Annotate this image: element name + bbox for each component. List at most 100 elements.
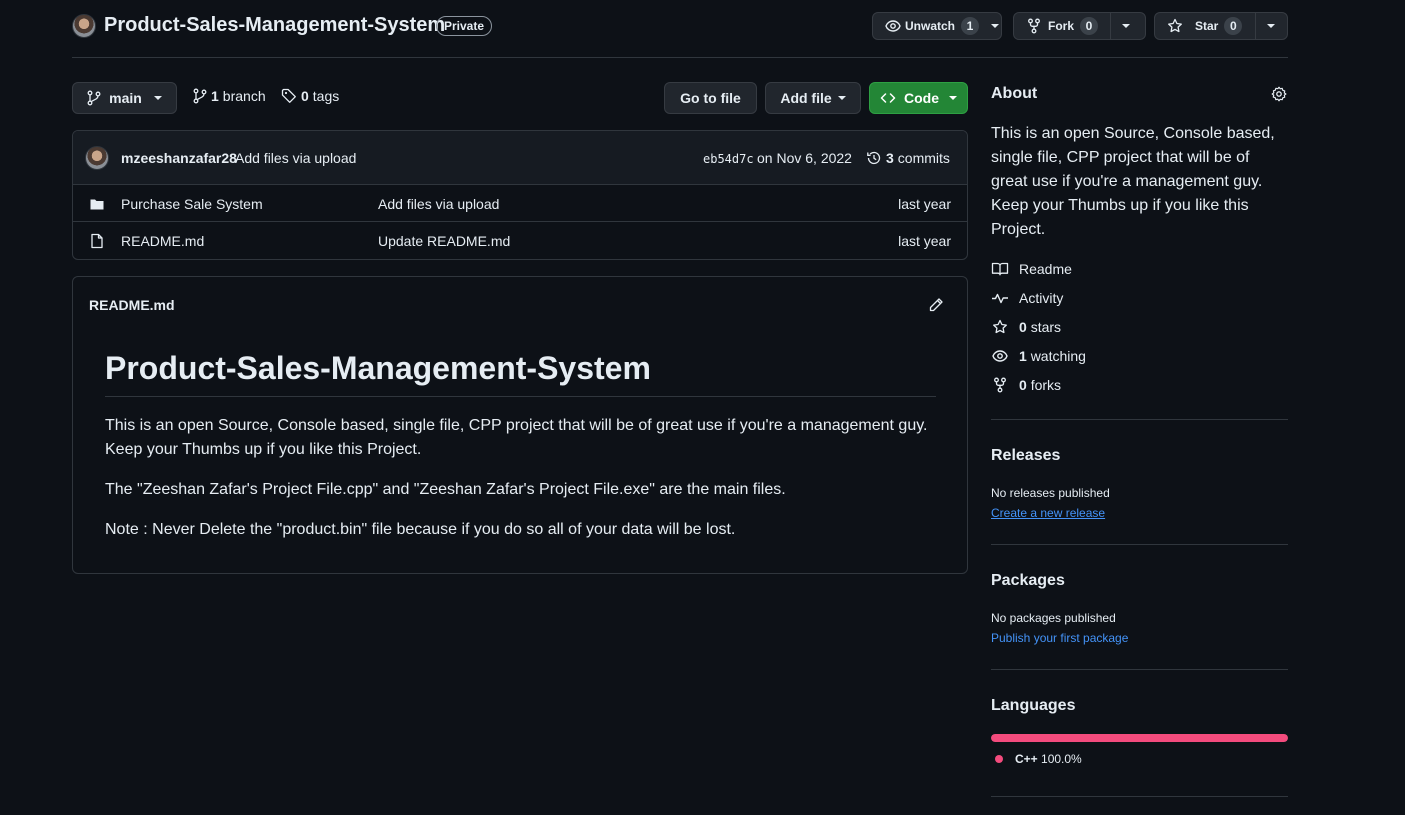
commit-author[interactable]: mzeeshanzafar28 [121,150,237,166]
branch-selector[interactable]: main [72,82,177,114]
fork-button[interactable]: Fork 0 [1014,13,1110,39]
fork-button-group[interactable]: Fork 0 [1013,12,1146,40]
stars-link[interactable]: 0 stars [991,319,1061,335]
forks-link[interactable]: 0 forks [991,377,1061,393]
fork-counter: 0 [1080,17,1099,35]
eye-icon [885,18,901,34]
pencil-icon[interactable] [928,297,944,313]
star-button-group[interactable]: Star 0 [1154,12,1288,40]
sidebar-divider [991,419,1288,420]
about-description: This is an open Source, Console based, s… [991,125,1275,238]
readme-paragraph: The "Zeeshan Zafar's Project File.cpp" a… [105,481,786,498]
commit-count: 3 [886,150,894,166]
file-name[interactable]: Purchase Sale System [121,196,263,212]
add-file-label: Add file [780,90,832,106]
stars-word: stars [1030,319,1062,335]
languages-title: Languages [991,697,1076,714]
packages-title[interactable]: Packages [991,572,1288,590]
star-icon [1167,18,1183,34]
readme-panel: README.md Product-Sales-Management-Syste… [72,276,968,574]
language-color-dot [995,755,1003,763]
file-commit-message[interactable]: Add files via upload [378,196,499,212]
readme-label: Readme [1019,261,1072,277]
commit-message[interactable]: Add files via upload [235,150,356,166]
publish-package-link[interactable]: Publish your first package [991,631,1128,645]
packages-link-wrap: Publish your first package [991,629,1288,645]
tag-count: 0 [301,88,309,104]
create-release-link[interactable]: Create a new release [991,506,1105,520]
unwatch-main[interactable]: Unwatch 1 [873,13,987,39]
gear-icon[interactable] [1271,86,1287,102]
chevron-down-icon [837,96,846,100]
unwatch-label: Unwatch [905,19,956,33]
code-label: Code [904,90,939,106]
unwatch-button[interactable]: Unwatch 1 [872,12,1002,40]
eye-icon [991,348,1009,364]
language-bar-segment [991,734,1288,742]
book-icon [991,261,1009,277]
fork-dropdown[interactable] [1111,13,1141,39]
file-row[interactable]: Purchase Sale System Add files via uploa… [73,185,967,222]
history-icon [866,150,882,166]
file-name[interactable]: README.md [121,233,204,249]
readme-heading: Product-Sales-Management-System [105,350,651,386]
languages-section: Languages [991,697,1288,715]
tags-link[interactable]: 0 tags [281,88,339,104]
file-commit-message[interactable]: Update README.md [378,233,510,249]
fork-icon [991,377,1009,393]
unwatch-dropdown[interactable] [987,13,1007,39]
visibility-badge: Private [436,16,493,36]
about-section: About [991,85,1288,103]
readme-paragraph: Note : Never Delete the "product.bin" fi… [105,521,736,538]
file-browser: mzeeshanzafar28 Add files via upload eb5… [72,130,968,260]
latest-commit-row: mzeeshanzafar28 Add files via upload eb5… [73,131,967,185]
sidebar-divider [991,796,1288,797]
forks-word: forks [1030,377,1062,393]
header-divider [72,57,1288,58]
pulse-icon [991,290,1009,306]
readme-paragraph: This is an open Source, Console based, s… [105,417,928,458]
sidebar-divider [991,669,1288,670]
language-bar [991,734,1288,742]
about-title: About [991,85,1038,102]
fork-label: Fork [1048,19,1075,33]
branch-icon [87,90,101,106]
releases-section: Releases [991,447,1288,465]
author-avatar[interactable] [85,146,109,170]
branches-link[interactable]: 1 branch [193,88,266,104]
chevron-down-icon [991,24,1000,28]
language-name: C++ [1015,752,1038,766]
stars-count: 0 [1019,319,1027,335]
readme-link[interactable]: Readme [991,261,1072,277]
watching-word: watching [1030,348,1086,364]
packages-empty-text: No packages published [991,611,1116,625]
releases-link-wrap: Create a new release [991,504,1288,520]
star-button[interactable]: Star 0 [1155,13,1255,39]
sidebar-divider [991,544,1288,545]
readme-filename[interactable]: README.md [89,297,175,313]
commit-hash[interactable]: eb54d7c [703,152,754,166]
language-percent: 100.0% [1041,752,1082,766]
tag-word: tags [312,88,340,104]
add-file-button[interactable]: Add file [765,82,861,114]
repo-title[interactable]: Product-Sales-Management-System [104,14,445,37]
folder-icon [89,196,105,212]
file-icon [89,233,105,249]
releases-title[interactable]: Releases [991,447,1288,465]
star-dropdown[interactable] [1256,13,1286,39]
owner-avatar[interactable] [72,14,96,38]
commit-date: on Nov 6, 2022 [757,150,852,166]
code-button[interactable]: Code [869,82,968,114]
language-item[interactable]: C++ 100.0% [995,752,1082,766]
commits-link[interactable]: 3 commits [866,150,950,166]
watching-link[interactable]: 1 watching [991,348,1086,364]
readme-heading-divider [105,396,936,397]
go-to-file-button[interactable]: Go to file [664,82,757,114]
activity-label: Activity [1019,290,1064,306]
code-icon [880,90,896,106]
file-row[interactable]: README.md Update README.md last year [73,222,967,259]
activity-link[interactable]: Activity [991,290,1063,306]
fork-icon [1028,18,1040,34]
star-counter: 0 [1224,17,1243,35]
watchers-counter: 1 [961,17,980,35]
